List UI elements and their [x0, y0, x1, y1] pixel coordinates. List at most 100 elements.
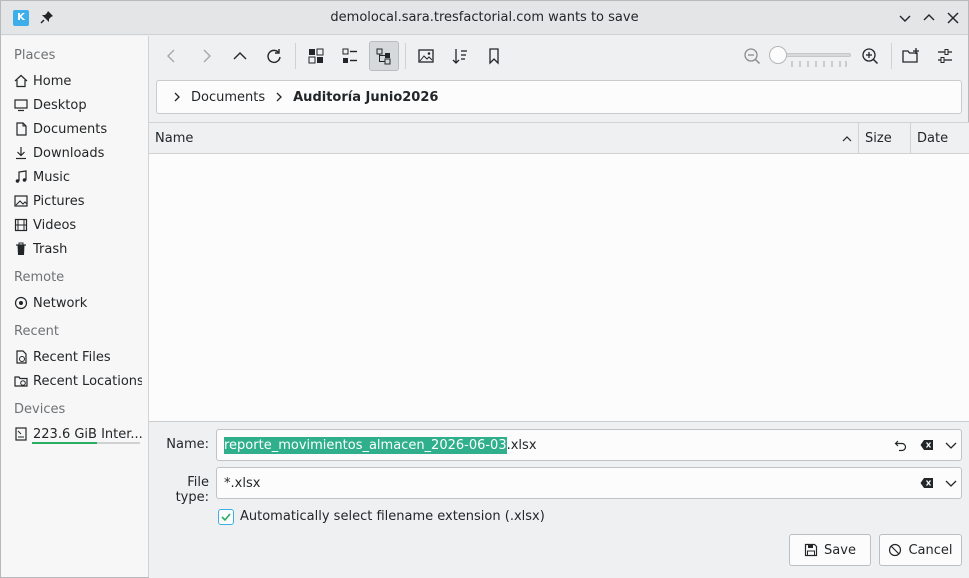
- zoom-in-icon: [862, 48, 879, 65]
- sort-button[interactable]: [445, 41, 475, 71]
- sort-ascending-icon: [842, 136, 852, 142]
- sidebar-item-label: Home: [33, 73, 72, 89]
- sidebar-item-recent-files[interactable]: Recent Files: [14, 346, 142, 368]
- sidebar-item-documents[interactable]: Documents: [14, 118, 142, 140]
- tree-view-icon: [376, 48, 391, 65]
- preview-button[interactable]: [411, 41, 441, 71]
- documents-icon: [16, 122, 27, 136]
- drive-usage-bar: [32, 442, 140, 444]
- chevron-down-icon[interactable]: [944, 476, 958, 490]
- network-icon: [14, 296, 28, 310]
- section-remote: Remote: [14, 270, 65, 285]
- save-icon: [804, 543, 818, 557]
- column-header-date[interactable]: Date: [911, 123, 969, 154]
- parent-folder-button[interactable]: [225, 41, 255, 71]
- sidebar-item-label: Downloads: [33, 145, 105, 161]
- breadcrumb-documents[interactable]: Documents: [191, 90, 265, 105]
- sidebar-item-downloads[interactable]: Downloads: [14, 142, 142, 164]
- sidebar-item-label: Recent Locations: [33, 373, 142, 389]
- settings-sliders-icon: [938, 49, 952, 63]
- zoom-out-button[interactable]: [737, 41, 767, 71]
- minimize-icon[interactable]: [897, 10, 913, 26]
- zoom-slider-handle[interactable]: [769, 46, 787, 64]
- reload-icon: [267, 49, 281, 63]
- zoom-in-button[interactable]: [855, 41, 885, 71]
- bookmark-icon: [489, 48, 499, 65]
- options-button[interactable]: [930, 41, 960, 71]
- filetype-select[interactable]: *.xlsx: [216, 467, 962, 499]
- filename-extension: .xlsx: [506, 437, 537, 453]
- sidebar-item-videos[interactable]: Videos: [14, 214, 142, 236]
- sidebar-item-music[interactable]: Music: [14, 166, 142, 188]
- section-devices: Devices: [14, 402, 66, 417]
- checkmark-icon: [221, 513, 231, 522]
- pictures-icon: [14, 195, 28, 207]
- recent-files-icon: [16, 350, 27, 364]
- bookmark-button[interactable]: [479, 41, 509, 71]
- breadcrumb-current-folder[interactable]: Auditoría Junio2026: [293, 90, 438, 105]
- file-list[interactable]: Name Size Date: [149, 122, 969, 421]
- home-icon: [14, 74, 28, 88]
- undo-icon[interactable]: [894, 438, 908, 452]
- drive-usage-fill: [32, 442, 97, 444]
- column-header-name[interactable]: Name: [149, 123, 859, 154]
- sidebar-item-network[interactable]: Network: [14, 292, 142, 314]
- sidebar-item-label: Network: [33, 295, 88, 311]
- cancel-button-label: Cancel: [908, 542, 953, 558]
- forward-button[interactable]: [191, 41, 221, 71]
- sidebar-item-label: Music: [33, 169, 70, 185]
- grid-view-icon: [308, 48, 324, 64]
- reload-button[interactable]: [259, 41, 289, 71]
- zoom-slider-ticks: [791, 61, 847, 67]
- places-sidebar: Places Home Desktop Documents Downloads …: [1, 36, 149, 577]
- recent-locations-icon: [14, 376, 28, 387]
- sidebar-item-label: Desktop: [33, 97, 87, 113]
- sidebar-item-label: Documents: [33, 121, 108, 137]
- videos-icon: [14, 218, 28, 232]
- clear-text-icon[interactable]: [920, 438, 934, 452]
- details-view-button[interactable]: [369, 41, 399, 71]
- sidebar-item-label: 223.6 GiB Inter...: [33, 426, 142, 442]
- filetype-value: *.xlsx: [224, 475, 261, 491]
- chevron-down-icon[interactable]: [944, 438, 958, 452]
- sidebar-item-desktop[interactable]: Desktop: [14, 94, 142, 116]
- name-label: Name:: [166, 437, 209, 452]
- filename-input[interactable]: reporte_movimientos_almacen_2026-06-03 .x…: [216, 429, 962, 461]
- sidebar-item-recent-locations[interactable]: Recent Locations: [14, 370, 142, 392]
- cancel-button[interactable]: Cancel: [879, 534, 962, 566]
- save-dialog: K demolocal.sara.tresfactorial.com wants…: [0, 0, 969, 578]
- sidebar-item-home[interactable]: Home: [14, 70, 142, 92]
- new-folder-button[interactable]: [896, 41, 926, 71]
- clear-text-icon[interactable]: [920, 476, 934, 490]
- filetype-label: File type:: [175, 475, 209, 505]
- maximize-icon[interactable]: [921, 10, 937, 26]
- back-button[interactable]: [157, 41, 187, 71]
- auto-extension-label: Automatically select filename extension …: [240, 509, 545, 524]
- chevron-right-icon[interactable]: [273, 91, 285, 103]
- column-header-size[interactable]: Size: [859, 123, 911, 154]
- new-folder-icon: [902, 48, 919, 63]
- save-button[interactable]: Save: [789, 534, 871, 566]
- toolbar-separator: [405, 43, 406, 69]
- sort-icon: [452, 49, 467, 64]
- section-recent: Recent: [14, 324, 59, 339]
- back-arrow-icon: [167, 49, 175, 63]
- window-title: demolocal.sara.tresfactorial.com wants t…: [330, 10, 639, 25]
- desktop-icon: [14, 99, 28, 112]
- auto-extension-checkbox[interactable]: [218, 509, 234, 525]
- icons-view-button[interactable]: [301, 41, 331, 71]
- zoom-slider-track[interactable]: [777, 53, 851, 57]
- column-header-label: Date: [917, 131, 949, 146]
- music-icon: [15, 170, 27, 183]
- compact-view-icon: [342, 48, 357, 63]
- sidebar-item-pictures[interactable]: Pictures: [14, 190, 142, 212]
- compact-view-button[interactable]: [335, 41, 365, 71]
- section-places: Places: [14, 48, 56, 63]
- sidebar-item-trash[interactable]: Trash: [14, 238, 142, 260]
- chevron-right-icon[interactable]: [171, 91, 183, 103]
- forward-arrow-icon: [203, 49, 211, 63]
- sidebar-item-label: Trash: [33, 241, 68, 257]
- downloads-icon: [16, 147, 26, 160]
- up-arrow-icon: [233, 52, 247, 60]
- close-icon[interactable]: [945, 10, 961, 26]
